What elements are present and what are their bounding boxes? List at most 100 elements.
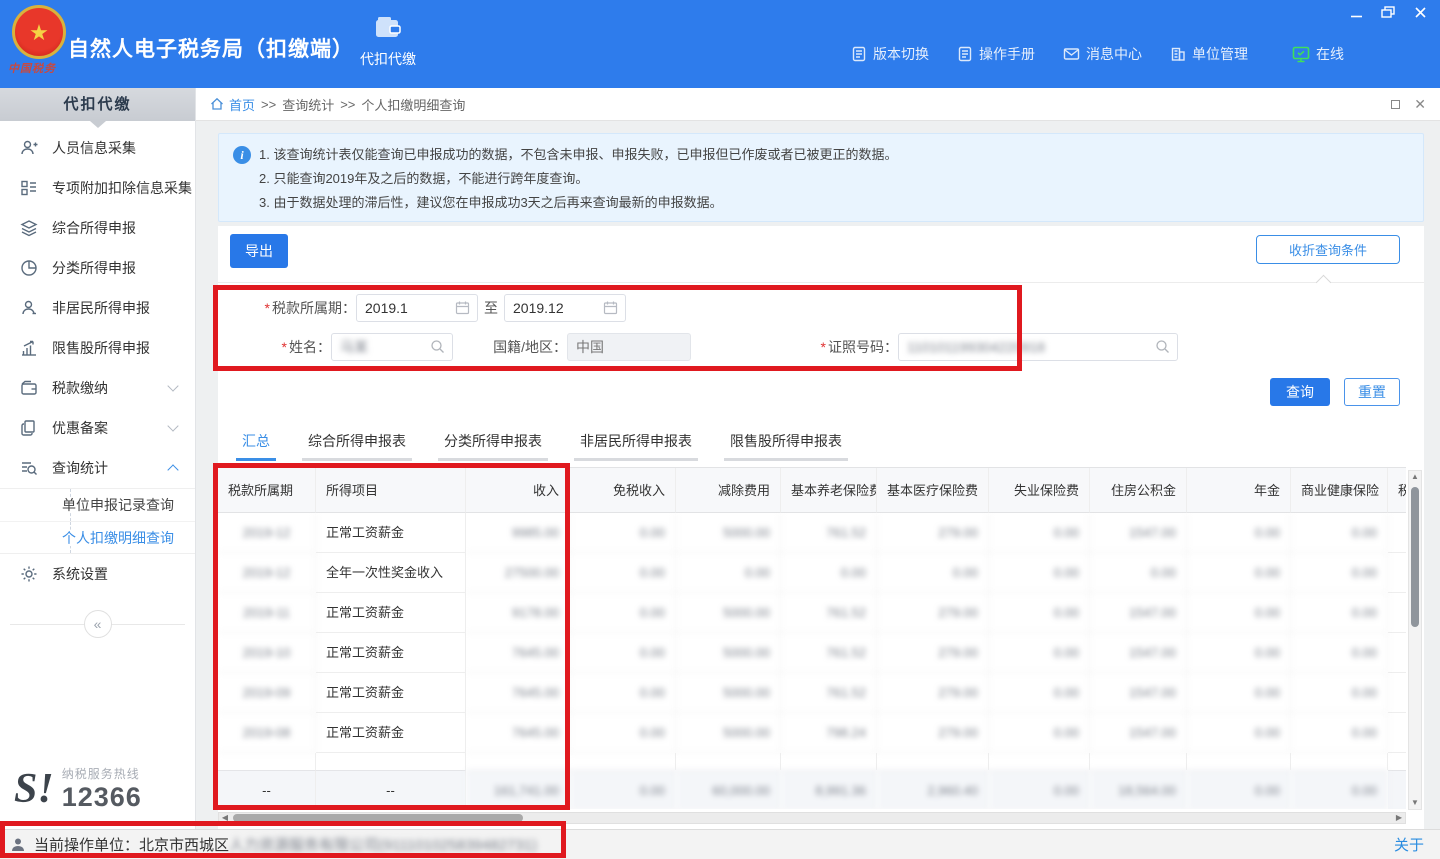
main-content: 首页 >> 查询统计 >> 个人扣缴明细查询 ✕ i 1. 该查询统计表仅能查询…	[196, 88, 1440, 829]
vertical-scroll-thumb[interactable]	[1411, 487, 1419, 627]
period-to-input[interactable]: 2019.12	[504, 294, 626, 322]
tab-classified-income[interactable]: 分类所得申报表	[438, 426, 548, 461]
sidebar-item-label: 专项附加扣除信息采集	[52, 178, 192, 198]
notice-line: 2. 只能查询2019年及之后的数据，不能进行跨年度查询。	[259, 167, 1409, 191]
scroll-up-arrow[interactable]: ▲	[1409, 471, 1421, 483]
sidebar-item-tax-payment[interactable]: 税款缴纳	[0, 368, 195, 408]
table-cell: ..	[316, 753, 466, 770]
scroll-right-arrow[interactable]: ▶	[1393, 813, 1405, 823]
list-grid-icon	[20, 179, 38, 197]
chevron-up-icon	[167, 464, 178, 475]
sidebar-item-comprehensive-income[interactable]: 综合所得申报	[0, 208, 195, 248]
table-cell	[989, 753, 1090, 770]
horizontal-scroll-thumb[interactable]	[233, 814, 523, 822]
column-header: 基本养老保险费	[781, 468, 877, 513]
restore-button[interactable]	[1380, 4, 1396, 20]
table-cell: 正常工资薪金	[316, 673, 466, 713]
sidebar-item-label: 系统设置	[52, 564, 108, 584]
column-header: 收入	[466, 468, 570, 513]
tab-summary[interactable]: 汇总	[236, 426, 276, 461]
table-total-row[interactable]: ----161,741.000.0060,000.008,991.362,960…	[218, 770, 1406, 809]
version-switch-button[interactable]: 版本切换	[851, 44, 929, 64]
period-from-input[interactable]: 2019.1	[356, 294, 478, 322]
sidebar-item-preferential-filing[interactable]: 优惠备案	[0, 408, 195, 448]
table-row[interactable]: 2019-11正常工资薪金9178.000.005000.00761.52279…	[218, 593, 1406, 633]
vertical-scrollbar[interactable]: ▲ ▼	[1408, 470, 1422, 810]
user-icon	[10, 837, 26, 853]
sidebar-item-personnel-info[interactable]: 人员信息采集	[0, 128, 195, 168]
collapse-conditions-button[interactable]: 收折查询条件	[1256, 235, 1400, 264]
export-button[interactable]: 导出	[230, 234, 288, 268]
unit-management-button[interactable]: 单位管理	[1170, 44, 1248, 64]
tab-withholding[interactable]: 代扣代缴	[352, 16, 424, 69]
sidebar-item-label: 分类所得申报	[52, 258, 136, 278]
scroll-left-arrow[interactable]: ◀	[219, 813, 231, 823]
nationality-input: 中国	[567, 333, 691, 361]
table-cell: 279.00	[877, 713, 989, 753]
tab-withholding-label: 代扣代缴	[352, 49, 424, 69]
table-row[interactable]: 2019-10正常工资薪金7645.000.005000.00761.52279…	[218, 633, 1406, 673]
table-row[interactable]: 2019-09正常工资薪金7645.000.005000.00761.52279…	[218, 673, 1406, 713]
table-row-clipped[interactable]: ..	[218, 753, 1406, 770]
table-cell: 0.00	[570, 673, 676, 713]
tab-comprehensive-income[interactable]: 综合所得申报表	[302, 426, 412, 461]
info-icon: i	[233, 146, 251, 164]
sidebar-item-special-deduction[interactable]: 专项附加扣除信息采集	[0, 168, 195, 208]
sidebar-collapse-button[interactable]: «	[84, 610, 112, 638]
notice-line: 3. 由于数据处理的滞后性，建议您在申报成功3天之后再来查询最新的申报数据。	[259, 191, 1409, 215]
hotline-logo: S!	[14, 768, 54, 810]
sidebar-menu: 人员信息采集 专项附加扣除信息采集 综合所得申报 分类所得申报 非居民所得申报 …	[0, 128, 195, 640]
message-center-button[interactable]: 消息中心	[1063, 44, 1142, 64]
table-cell	[218, 753, 316, 770]
search-icon	[1155, 339, 1171, 355]
table-cell: 0.00	[1291, 553, 1388, 593]
tab-restricted-stock[interactable]: 限售股所得申报表	[724, 426, 848, 461]
sidebar-item-system-settings[interactable]: 系统设置	[0, 554, 195, 594]
sidebar-item-restricted-stock[interactable]: 限售股所得申报	[0, 328, 195, 368]
table-cell: 5000.00	[676, 713, 781, 753]
period-label: 税款所属期：	[272, 300, 356, 316]
sidebar-item-nonresident-income[interactable]: 非居民所得申报	[0, 288, 195, 328]
table-cell: 正常工资薪金	[316, 593, 466, 633]
table-cell: 0.00	[989, 553, 1090, 593]
status-bar: 当前操作单位：北京市西城区 人力资源服务有限公司(911101025839482…	[0, 829, 1440, 859]
table-cell: 0.00	[989, 713, 1090, 753]
pane-maximize-icon[interactable]	[1391, 100, 1400, 109]
copy-icon	[20, 419, 38, 437]
table-header-row: 税款所属期所得项目收入免税收入减除费用基本养老保险费基本医疗保险费失业保险费住房…	[218, 468, 1406, 513]
breadcrumb-home[interactable]: 首页	[210, 95, 255, 114]
tab-nonresident-income[interactable]: 非居民所得申报表	[574, 426, 698, 461]
table-row[interactable]: 2019-12正常工资薪金9985.000.005000.00761.52279…	[218, 513, 1406, 553]
table-cell	[1388, 753, 1406, 770]
period-form-row: *税款所属期： 2019.1 至 2019.12	[218, 294, 626, 322]
minimize-button[interactable]	[1348, 4, 1364, 20]
scroll-down-arrow[interactable]: ▼	[1409, 797, 1421, 809]
table-row[interactable]: 2019-08正常工资薪金7645.000.005000.00798.24279…	[218, 713, 1406, 753]
table-cell: 0.00	[989, 673, 1090, 713]
table-cell: 0.00	[1187, 633, 1291, 673]
table-cell: 7645.00	[466, 673, 570, 713]
chevron-down-icon	[167, 420, 178, 431]
pane-close-icon[interactable]: ✕	[1414, 97, 1426, 111]
close-button[interactable]	[1412, 4, 1428, 20]
table-cell: 0.00	[989, 770, 1090, 809]
notice-box: i 1. 该查询统计表仅能查询已申报成功的数据，不包含未申报、申报失败，已申报但…	[218, 133, 1424, 222]
table-cell	[1388, 633, 1406, 673]
sidebar-item-classified-income[interactable]: 分类所得申报	[0, 248, 195, 288]
manual-label: 操作手册	[979, 44, 1035, 64]
query-button[interactable]: 查询	[1270, 378, 1330, 406]
name-input[interactable]: 马某	[331, 333, 453, 361]
table-row[interactable]: 2019-12全年一次性奖金收入27500.000.000.000.000.00…	[218, 553, 1406, 593]
table-cell: 0.00	[1187, 513, 1291, 553]
sidebar-item-query-statistics[interactable]: 查询统计	[0, 448, 195, 488]
about-link[interactable]: 关于	[1394, 834, 1424, 855]
table-cell: 0.00	[1187, 593, 1291, 633]
horizontal-scrollbar[interactable]: ◀ ▶	[218, 812, 1406, 824]
sidebar-subitem-personal-withholding-query[interactable]: 个人扣缴明细查询	[0, 521, 195, 553]
id-number-input[interactable]: 110101199304220918	[898, 333, 1178, 361]
sidebar-subitem-unit-declaration-query[interactable]: 单位申报记录查询	[0, 489, 195, 521]
breadcrumb-level2: 个人扣缴明细查询	[361, 95, 465, 114]
reset-button[interactable]: 重置	[1344, 378, 1400, 406]
manual-button[interactable]: 操作手册	[957, 44, 1035, 64]
table-cell: 7645.00	[466, 713, 570, 753]
